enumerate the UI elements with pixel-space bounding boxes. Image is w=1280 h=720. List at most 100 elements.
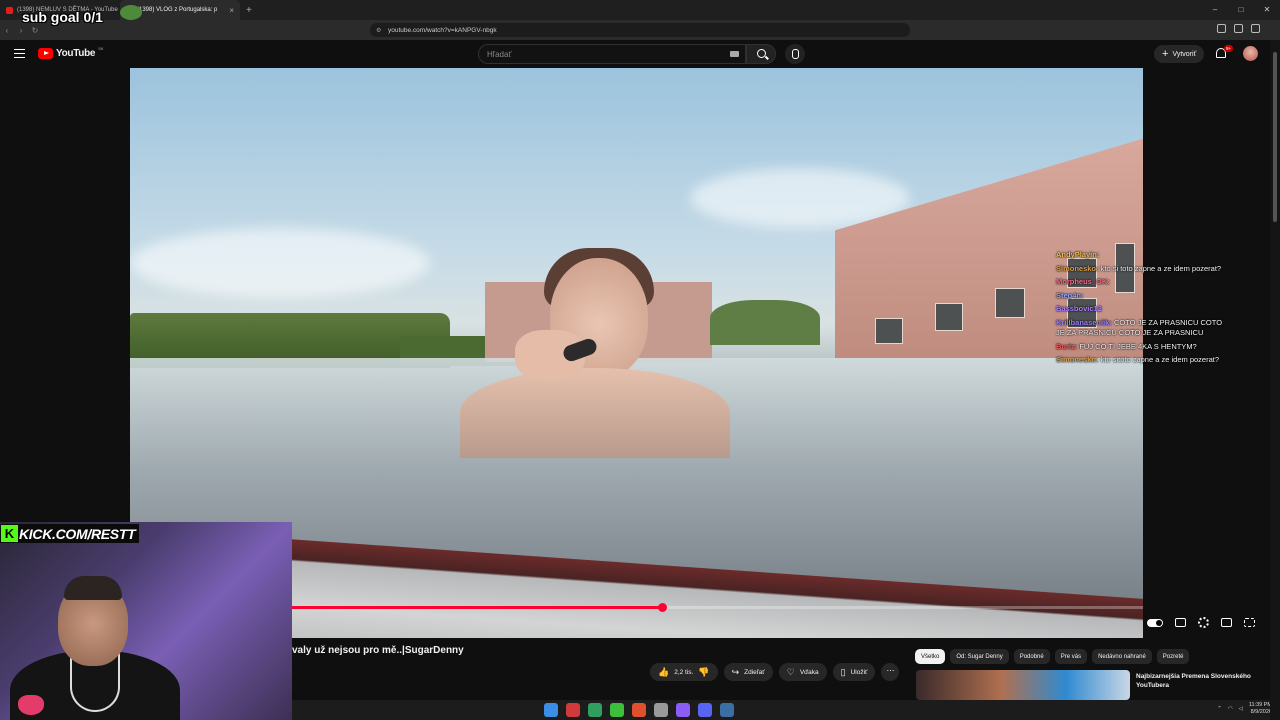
chat-user: Simonesko: — [1056, 263, 1099, 273]
back-icon[interactable]: ‹ — [0, 26, 14, 35]
chip-for-you[interactable]: Pre vás — [1054, 649, 1088, 664]
bookmark-icon: ▯ — [840, 666, 846, 677]
save-label: Uložiť — [850, 668, 868, 676]
chip-recent[interactable]: Nedávno nahrané — [1092, 649, 1152, 664]
chip-from-channel[interactable]: Od: Sugar Denny — [950, 649, 1009, 664]
thumbs-down-icon[interactable]: 👎 — [698, 667, 709, 678]
subtitles-icon[interactable] — [1175, 618, 1186, 627]
building-window — [935, 303, 963, 331]
share-button[interactable]: ↪ Zdieľať — [723, 663, 773, 681]
chat-line: Buriz: FUJ CO TI JEBE 4KA S HENTYM? — [1056, 342, 1231, 353]
search-input[interactable]: Hľadať — [478, 44, 746, 64]
theater-mode-icon[interactable] — [1221, 618, 1232, 627]
heart-icon — [18, 695, 44, 715]
address-bar-row: ‹ › ↻ ⚙ youtube.com/watch?v=kANPGV-nbgk — [0, 20, 1280, 40]
tray-icon[interactable]: ⌃ — [1217, 706, 1222, 712]
minimize-button[interactable]: – — [1202, 0, 1228, 20]
sub-goal-overlay: sub goal 0/1 — [22, 9, 103, 25]
kick-url: KICK.COM/RESTT — [19, 525, 136, 542]
youtube-favicon-icon — [6, 6, 13, 14]
taskbar-app-icon[interactable] — [566, 703, 580, 717]
chat-line: Step4n: — [1056, 291, 1231, 302]
url-field[interactable]: ⚙ youtube.com/watch?v=kANPGV-nbgk — [370, 23, 910, 37]
chip-related[interactable]: Podobné — [1013, 649, 1050, 664]
chat-line: Krillbanaseniik: COTO JE ZA PRASNICU COT… — [1056, 318, 1231, 339]
chat-user: AndyPlayin: — [1056, 250, 1100, 259]
thanks-icon: ♡ — [786, 666, 795, 677]
taskbar-apps — [544, 703, 734, 717]
taskbar-app-icon[interactable] — [610, 703, 624, 717]
taskbar-app-icon[interactable] — [698, 703, 712, 717]
save-button[interactable]: ▯ Uložiť — [832, 663, 876, 681]
create-button[interactable]: + Vytvoriť — [1154, 45, 1205, 63]
page-scrollbar[interactable] — [1270, 40, 1280, 720]
extension-icon[interactable] — [1217, 24, 1226, 33]
avatar[interactable] — [1243, 46, 1258, 61]
menu-icon[interactable] — [14, 49, 25, 58]
reload-icon[interactable]: ↻ — [28, 26, 42, 35]
share-icon: ↪ — [731, 666, 740, 677]
chip-all[interactable]: Všetko — [915, 649, 946, 664]
chat-user: Bassbovic12 — [1056, 304, 1102, 313]
notification-badge: 9+ — [1224, 45, 1234, 52]
taskbar-app-icon[interactable] — [544, 703, 558, 717]
progress-bar[interactable] — [292, 603, 1143, 612]
streamer-hair — [64, 576, 122, 600]
new-tab-button[interactable]: + — [240, 5, 258, 16]
logo-text: YouTube — [56, 48, 96, 59]
chip-watched[interactable]: Pozreté — [1156, 649, 1190, 664]
search-button[interactable] — [746, 44, 776, 64]
keyboard-icon[interactable] — [730, 51, 739, 57]
close-tab-icon[interactable]: × — [229, 6, 234, 15]
taskbar-app-icon[interactable] — [720, 703, 734, 717]
kick-logo-icon: K — [1, 525, 18, 542]
thanks-button[interactable]: ♡ Vďaka — [778, 663, 827, 681]
thumbs-up-icon: 👍 — [658, 666, 670, 677]
trees — [710, 300, 820, 345]
chat-user: Buriz: — [1056, 341, 1078, 351]
create-label: Vytvoriť — [1172, 50, 1197, 58]
taskbar-app-icon[interactable] — [654, 703, 668, 717]
chat-line: Bassbovic12 — [1056, 304, 1231, 315]
player-controls-right — [1147, 617, 1255, 628]
voice-search-button[interactable] — [785, 44, 805, 64]
like-button[interactable]: 👍 2,2 tis. 👎 — [650, 663, 718, 681]
site-info-icon[interactable]: ⚙ — [376, 27, 381, 34]
clock[interactable]: 11:39 PM 8/9/2026 — [1249, 702, 1272, 716]
extension-icon[interactable] — [1234, 24, 1243, 33]
youtube-masthead: YouTube SK Hľadať + Vytvoriť 9+ — [0, 40, 1280, 68]
maximize-button[interactable]: □ — [1228, 0, 1254, 20]
taskbar-app-icon[interactable] — [676, 703, 690, 717]
progress-played — [292, 606, 663, 609]
chat-message: kto si toto zapne a ze idem pozerat? — [1100, 263, 1222, 273]
streamer-webcam — [0, 522, 292, 720]
extension-icons — [1217, 24, 1260, 33]
kick-banner: K KICK.COM/RESTT — [0, 524, 140, 543]
video-thumbnail[interactable] — [916, 670, 1130, 700]
forward-icon[interactable]: › — [14, 26, 28, 35]
scrollbar-thumb[interactable] — [1273, 52, 1277, 222]
recommended-video-title[interactable]: Najbizarnejšia Premena Slovenského YouTu… — [1136, 672, 1266, 690]
chat-line: Simonesko: kto sitoto zapne a ze idem po… — [1056, 355, 1231, 366]
autoplay-toggle[interactable] — [1147, 618, 1163, 627]
settings-icon[interactable] — [1198, 617, 1209, 628]
extension-icon[interactable] — [1251, 24, 1260, 33]
chat-message: FUJ CO TI JEBE 4KA S HENTYM? — [1079, 341, 1197, 351]
plus-icon: + — [1162, 48, 1169, 60]
cloud — [130, 228, 430, 298]
person-shoulders — [460, 368, 730, 458]
taskbar-app-icon[interactable] — [632, 703, 646, 717]
window-controls: – □ ✕ — [1202, 0, 1280, 20]
search-placeholder: Hľadať — [487, 50, 512, 59]
volume-icon[interactable]: ◁ — [1239, 706, 1243, 712]
taskbar-app-icon[interactable] — [588, 703, 602, 717]
fullscreen-icon[interactable] — [1244, 618, 1255, 627]
chat-line: AndyPlayin: — [1056, 250, 1231, 261]
recommendation-chips: Všetko Od: Sugar Denny Podobné Pre vás N… — [915, 649, 1190, 664]
close-window-button[interactable]: ✕ — [1254, 0, 1280, 20]
recommended-video[interactable] — [916, 670, 1132, 700]
video-title: valy už nejsou pro mě..|SugarDenny — [292, 645, 464, 656]
youtube-logo[interactable]: YouTube SK — [38, 46, 104, 59]
more-actions-button[interactable]: ⋯ — [881, 663, 900, 681]
wifi-icon[interactable]: ◠ — [1228, 706, 1233, 712]
